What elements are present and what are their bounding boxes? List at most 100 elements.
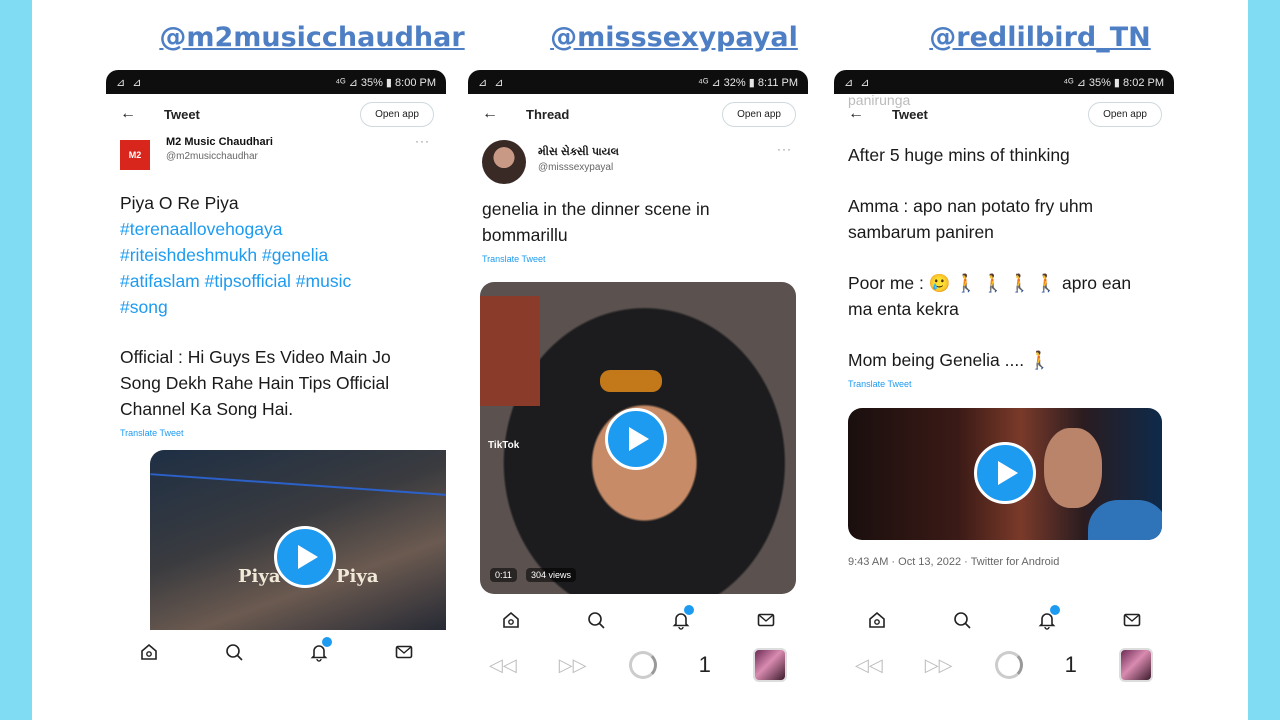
page-title: Thread bbox=[526, 106, 570, 122]
phone-screenshot-3: ⊿ ⊿ ⁴ᴳ ⊿ 35% ▮ 8:02 PM panirunga ← Tweet… bbox=[834, 70, 1174, 720]
tweet-timestamp: 9:43 AM · Oct 13, 2022 · Twitter for And… bbox=[848, 556, 1060, 568]
tweet-line-1: Piya O Re Piya bbox=[120, 193, 239, 213]
tweet-paragraph: Amma : apo nan potato fry uhm sambarum p… bbox=[848, 196, 1094, 242]
browser-bar: ◁◁ ▷▷ 1 bbox=[834, 642, 1174, 688]
status-bar: ⊿ ⊿ ⁴ᴳ ⊿ 35% ▮ 8:02 PM bbox=[834, 70, 1174, 94]
tab-count[interactable]: 1 bbox=[699, 652, 711, 678]
page-title: Tweet bbox=[892, 106, 928, 122]
phone-screenshot-1: ⊿ ⊿ ⁴ᴳ ⊿ 35% ▮ 8:00 PM ← Tweet Open app … bbox=[106, 70, 446, 720]
search-icon[interactable] bbox=[583, 607, 609, 633]
search-icon[interactable] bbox=[221, 639, 247, 665]
status-right: ⁴ᴳ ⊿ 35% ▮ 8:02 PM bbox=[1063, 76, 1164, 89]
play-button-icon[interactable] bbox=[974, 442, 1036, 504]
handle-label-3[interactable]: @redlilbird_TN bbox=[870, 22, 1210, 53]
tweet-author[interactable]: M2 M2 Music Chaudhari @m2musicchaudhar ·… bbox=[106, 134, 446, 170]
ghost-text: panirunga bbox=[848, 92, 911, 108]
handle-label-1[interactable]: @m2musicchaudhar bbox=[142, 22, 482, 53]
bottom-nav bbox=[106, 630, 446, 674]
hashtag-link[interactable]: #tipsofficial bbox=[205, 271, 291, 291]
browser-back-icon[interactable]: ◁◁ bbox=[855, 655, 883, 676]
tab-thumbnail[interactable] bbox=[752, 648, 787, 682]
video-thumbnail[interactable] bbox=[848, 408, 1162, 540]
tweet-paragraph: Poor me : 🥲 🚶 🚶 🚶 🚶 apro ean ma enta kek… bbox=[848, 273, 1132, 319]
notifications-bell-icon[interactable] bbox=[668, 605, 694, 633]
author-handle: @misssexypayal bbox=[538, 162, 614, 173]
status-left: ⊿ ⊿ bbox=[844, 76, 872, 89]
video-duration: 0:11 bbox=[490, 568, 517, 582]
tiktok-watermark: TikTok bbox=[488, 440, 520, 451]
messages-mail-icon[interactable] bbox=[1119, 607, 1145, 633]
author-name: મીસ સેક્સી પાયલ bbox=[538, 146, 619, 158]
notification-badge bbox=[683, 605, 694, 615]
back-arrow-icon[interactable]: ← bbox=[482, 105, 510, 123]
video-caption-left: Piya bbox=[238, 566, 281, 587]
hashtag-link[interactable]: #atifaslam bbox=[120, 271, 200, 291]
video-views: 304 views bbox=[526, 568, 577, 582]
tweet-paragraph: After 5 huge mins of thinking bbox=[848, 145, 1070, 165]
notifications-bell-icon[interactable] bbox=[1034, 605, 1060, 633]
translate-link[interactable]: Translate Tweet bbox=[834, 379, 1174, 389]
tab-count[interactable]: 1 bbox=[1065, 652, 1077, 678]
forehead-highlight bbox=[600, 370, 662, 392]
status-left: ⊿ ⊿ bbox=[116, 76, 144, 89]
play-button-icon[interactable] bbox=[605, 408, 667, 470]
notification-badge bbox=[1049, 605, 1060, 615]
hashtag-link[interactable]: #riteishdeshmukh bbox=[120, 245, 257, 265]
search-icon[interactable] bbox=[949, 607, 975, 633]
author-handle: @m2musicchaudhar bbox=[166, 151, 258, 162]
more-options-icon[interactable]: ··· bbox=[777, 142, 792, 156]
loading-spinner-icon bbox=[994, 651, 1023, 679]
page-title: Tweet bbox=[164, 106, 200, 122]
author-name: M2 Music Chaudhari bbox=[166, 136, 273, 148]
more-options-icon[interactable]: ··· bbox=[415, 134, 430, 148]
hashtag-link[interactable]: #terenaallovehogaya bbox=[120, 219, 283, 239]
video-thumbnail[interactable]: Piya Piya bbox=[150, 450, 446, 640]
browser-forward-icon[interactable]: ▷▷ bbox=[559, 655, 587, 676]
top-bar: ← Thread Open app bbox=[468, 94, 808, 134]
messages-mail-icon[interactable] bbox=[391, 639, 417, 665]
back-arrow-icon[interactable]: ← bbox=[120, 105, 148, 123]
tweet-author[interactable]: મીસ સેક્સી પાયલ @misssexypayal ··· bbox=[468, 134, 808, 184]
top-bar: panirunga ← Tweet Open app bbox=[834, 92, 1174, 134]
status-bar: ⊿ ⊿ ⁴ᴳ ⊿ 32% ▮ 8:11 PM bbox=[468, 70, 808, 94]
translate-link[interactable]: Translate Tweet bbox=[106, 428, 446, 438]
open-app-button[interactable]: Open app bbox=[1088, 102, 1162, 127]
bottom-nav bbox=[834, 598, 1174, 642]
loading-spinner-icon bbox=[628, 651, 657, 679]
home-icon[interactable] bbox=[864, 607, 890, 633]
open-app-button[interactable]: Open app bbox=[722, 102, 796, 127]
tweet-text: Piya O Re Piya #terenaallovehogaya #rite… bbox=[106, 190, 446, 422]
notifications-bell-icon[interactable] bbox=[306, 637, 332, 665]
browser-back-icon[interactable]: ◁◁ bbox=[489, 655, 517, 676]
avatar[interactable] bbox=[482, 140, 526, 184]
avatar[interactable]: M2 bbox=[120, 140, 150, 170]
tab-thumbnail[interactable] bbox=[1118, 648, 1153, 682]
video-thumbnail[interactable]: TikTok 0:11 304 views bbox=[480, 282, 796, 594]
decor-line bbox=[150, 473, 446, 497]
hashtag-link[interactable]: #song bbox=[120, 297, 168, 317]
phone-screenshot-2: ⊿ ⊿ ⁴ᴳ ⊿ 32% ▮ 8:11 PM ← Thread Open app… bbox=[468, 70, 808, 720]
top-bar: ← Tweet Open app bbox=[106, 94, 446, 134]
messages-mail-icon[interactable] bbox=[753, 607, 779, 633]
tweet-text: After 5 huge mins of thinking Amma : apo… bbox=[834, 142, 1174, 373]
status-left: ⊿ ⊿ bbox=[478, 76, 506, 89]
tweet-body: Official : Hi Guys Es Video Main Jo Song… bbox=[120, 347, 391, 419]
browser-bar: ◁◁ ▷▷ 1 bbox=[468, 642, 808, 688]
status-right: ⁴ᴳ ⊿ 32% ▮ 8:11 PM bbox=[698, 76, 798, 89]
home-icon[interactable] bbox=[498, 607, 524, 633]
tweet-text: genelia in the dinner scene in bommarill… bbox=[482, 199, 710, 245]
home-icon[interactable] bbox=[136, 639, 162, 665]
status-right: ⁴ᴳ ⊿ 35% ▮ 8:00 PM bbox=[335, 76, 436, 89]
browser-forward-icon[interactable]: ▷▷ bbox=[925, 655, 953, 676]
translate-link[interactable]: Translate Tweet bbox=[468, 254, 808, 264]
play-button-icon[interactable] bbox=[274, 526, 336, 588]
clothing-shape bbox=[1088, 500, 1162, 540]
tweet-paragraph: Mom being Genelia .... 🚶 bbox=[848, 350, 1051, 370]
hashtag-link[interactable]: #music bbox=[296, 271, 351, 291]
notification-badge bbox=[321, 637, 332, 647]
handle-label-2[interactable]: @misssexypayal bbox=[504, 22, 844, 53]
open-app-button[interactable]: Open app bbox=[360, 102, 434, 127]
collage-canvas: @m2musicchaudhar @misssexypayal @redlilb… bbox=[32, 0, 1248, 720]
hashtag-link[interactable]: #genelia bbox=[262, 245, 328, 265]
bottom-nav bbox=[468, 598, 808, 642]
